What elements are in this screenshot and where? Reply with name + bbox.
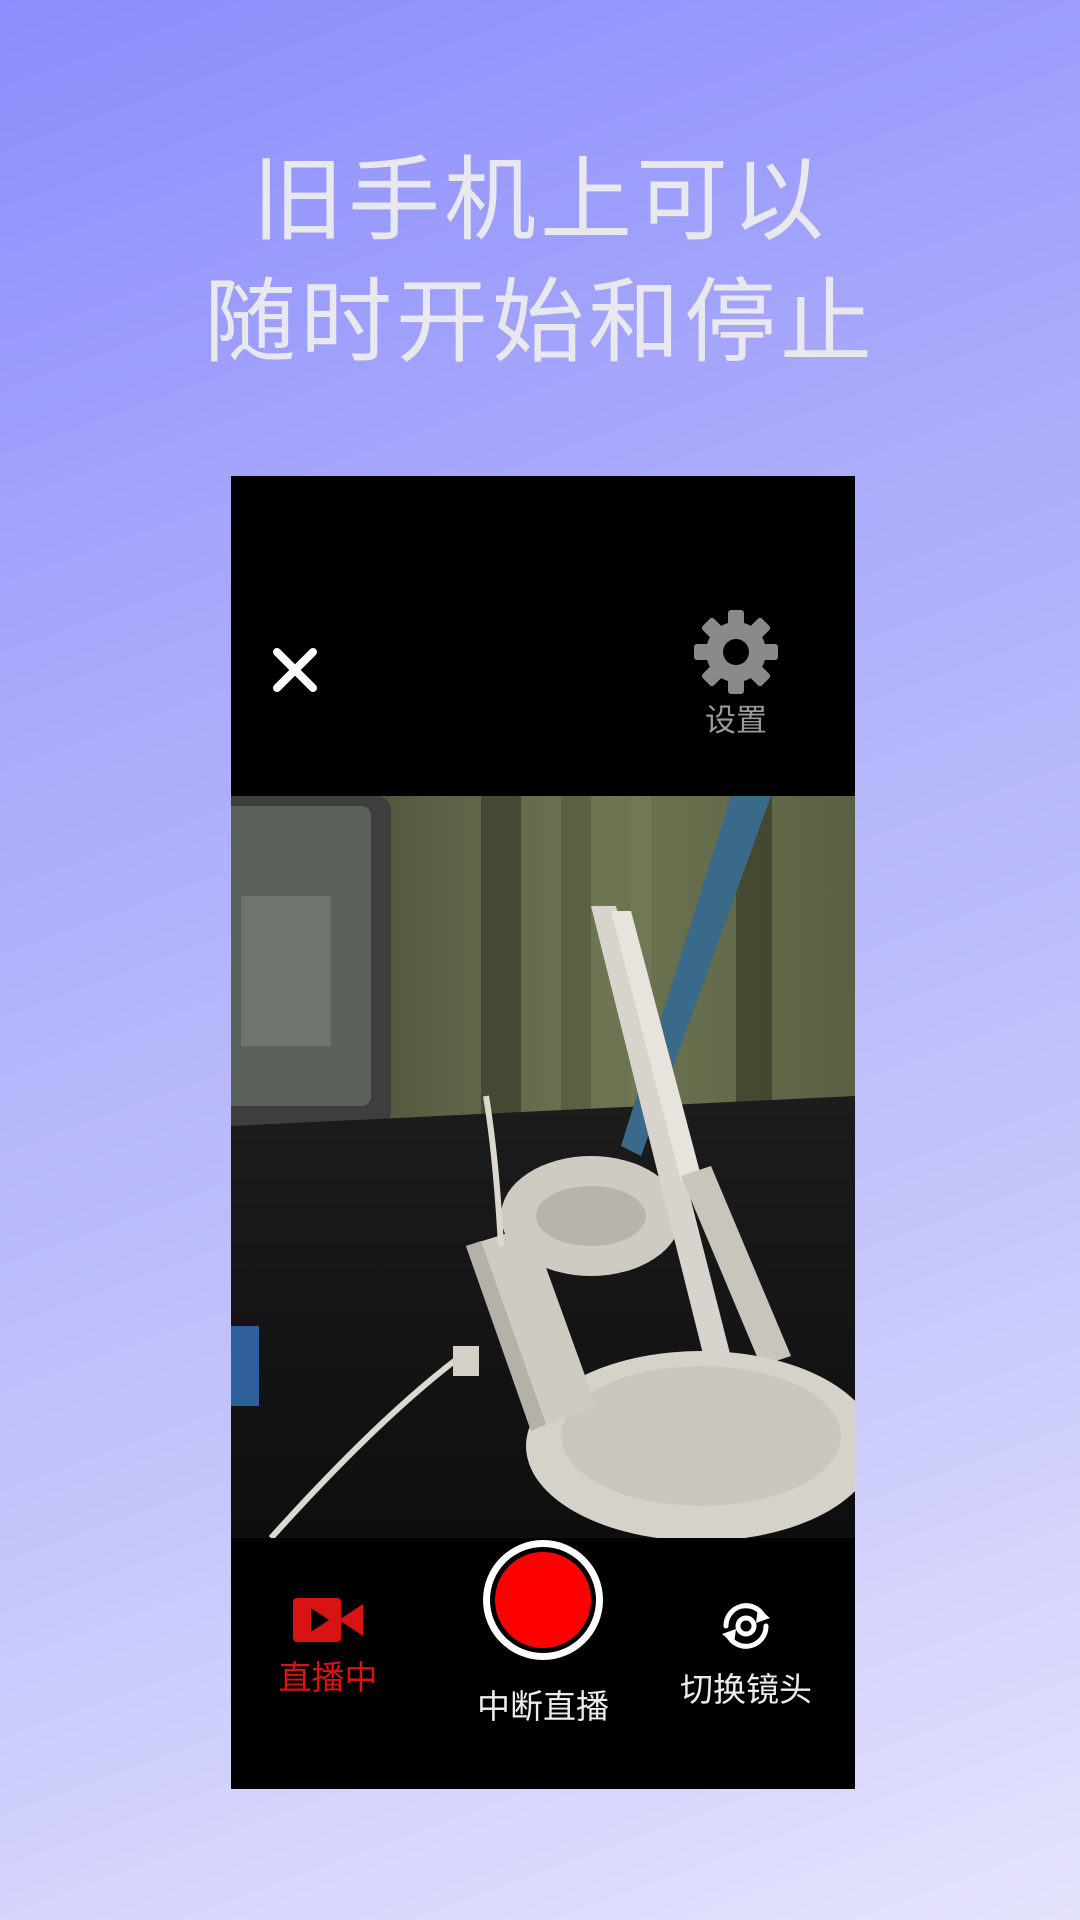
settings-button[interactable]: 设置 bbox=[681, 608, 791, 748]
live-status-label: 直播中 bbox=[278, 1658, 378, 1697]
camera-preview bbox=[231, 796, 855, 1538]
bottom-control-bar: 直播中 中断直播 切换镜头 bbox=[231, 1538, 855, 1789]
promo-headline: 旧手机上可以 随时开始和停止 bbox=[0, 140, 1080, 384]
live-status-button[interactable]: 直播中 bbox=[233, 1596, 423, 1698]
gear-icon bbox=[694, 610, 778, 694]
record-icon bbox=[483, 1540, 603, 1660]
close-icon bbox=[273, 648, 317, 692]
promo-headline-line2: 随时开始和停止 bbox=[203, 269, 876, 376]
switch-camera-label: 切换镜头 bbox=[680, 1670, 812, 1709]
camera-switch-icon bbox=[722, 1603, 770, 1649]
switch-camera-button[interactable]: 切换镜头 bbox=[651, 1596, 841, 1710]
promo-headline-line1: 旧手机上可以 bbox=[251, 147, 828, 254]
settings-label: 设置 bbox=[705, 703, 767, 739]
close-button[interactable] bbox=[267, 642, 323, 698]
camera-preview-image bbox=[231, 796, 855, 1538]
stop-live-button[interactable] bbox=[481, 1538, 605, 1662]
stop-live-label: 中断直播 bbox=[477, 1687, 609, 1726]
video-camera-icon bbox=[293, 1598, 363, 1642]
phone-screen: 设置 直播中 中断直播 切换镜头 bbox=[231, 476, 855, 1789]
top-bar: 设置 bbox=[231, 476, 855, 796]
